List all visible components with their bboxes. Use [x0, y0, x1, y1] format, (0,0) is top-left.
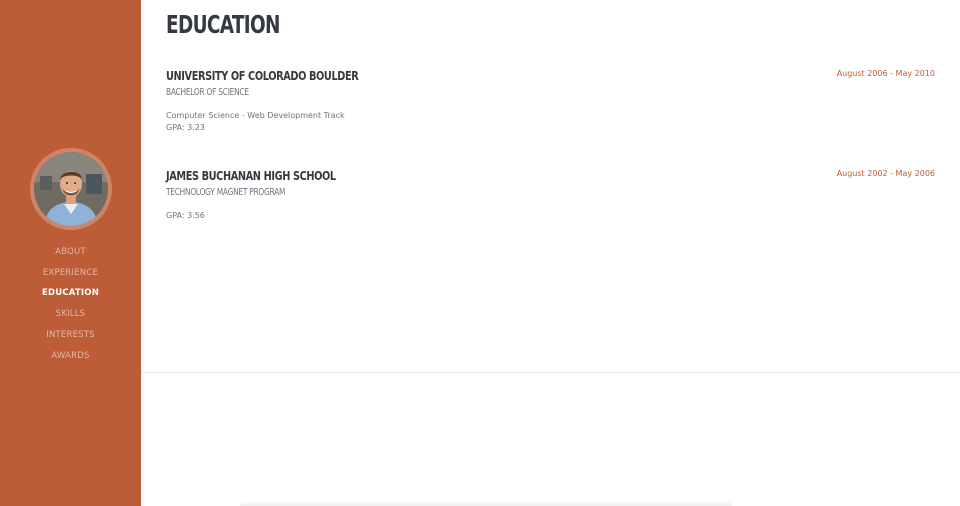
entry-dates: August 2002 - May 2006 [836, 169, 935, 178]
entry-school: University of Colorado Boulder [166, 68, 359, 83]
nav-item-skills[interactable]: Skills [56, 304, 86, 325]
nav-item-about[interactable]: About [55, 242, 86, 263]
next-section-shadow [240, 500, 732, 506]
education-entry: University of Colorado Boulder Bachelor … [166, 68, 935, 134]
sidebar: About Experience Education Skills Intere… [0, 0, 141, 506]
entry-detail: Computer Science - Web Development Track [166, 111, 345, 120]
sidebar-nav: About Experience Education Skills Intere… [42, 242, 99, 366]
avatar [33, 152, 108, 226]
section-title: Education [166, 10, 280, 39]
entry-gpa: GPA: 3.56 [166, 211, 205, 220]
nav-item-education[interactable]: Education [42, 283, 99, 304]
section-divider [141, 372, 960, 373]
entry-degree: Bachelor of Science [166, 87, 249, 98]
main-content: Education University of Colorado Boulder… [141, 0, 960, 506]
nav-item-awards[interactable]: Awards [51, 346, 89, 367]
entry-gpa: GPA: 3.23 [166, 123, 205, 132]
education-entry: James Buchanan High School Technology Ma… [166, 168, 935, 222]
entry-degree: Technology Magnet Program [166, 187, 286, 198]
nav-item-interests[interactable]: Interests [46, 325, 95, 346]
entry-dates: August 2006 - May 2010 [836, 69, 935, 78]
entry-school: James Buchanan High School [166, 168, 336, 183]
avatar-frame [29, 148, 112, 230]
nav-item-experience[interactable]: Experience [43, 263, 98, 284]
